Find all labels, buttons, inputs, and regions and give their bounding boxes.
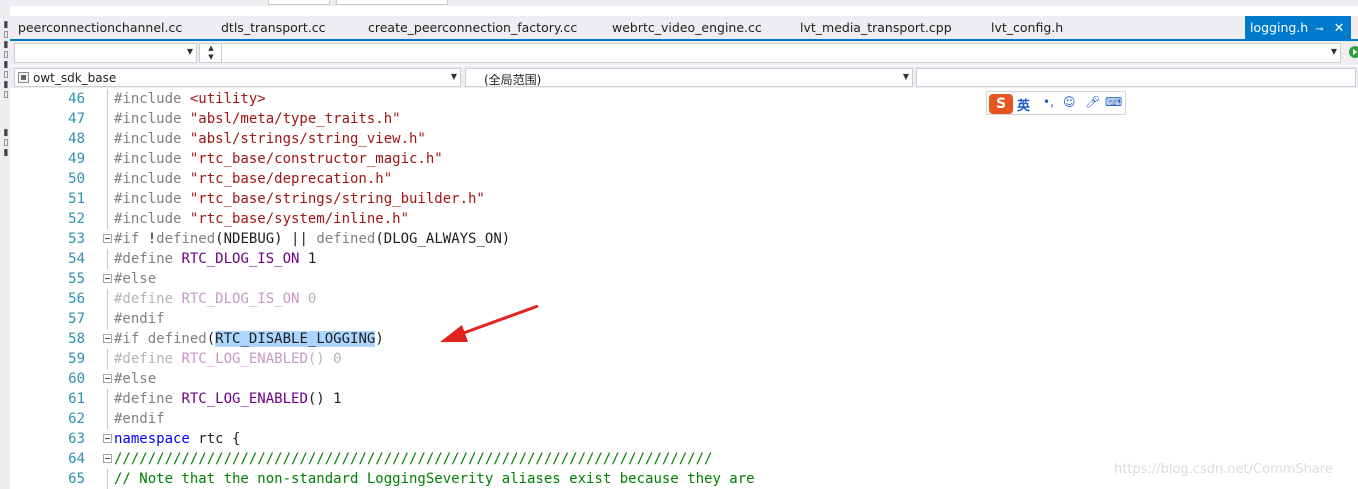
annotation-arrow (440, 304, 539, 342)
watermark: https://blog.csdn.net/CommShare (1114, 462, 1333, 477)
